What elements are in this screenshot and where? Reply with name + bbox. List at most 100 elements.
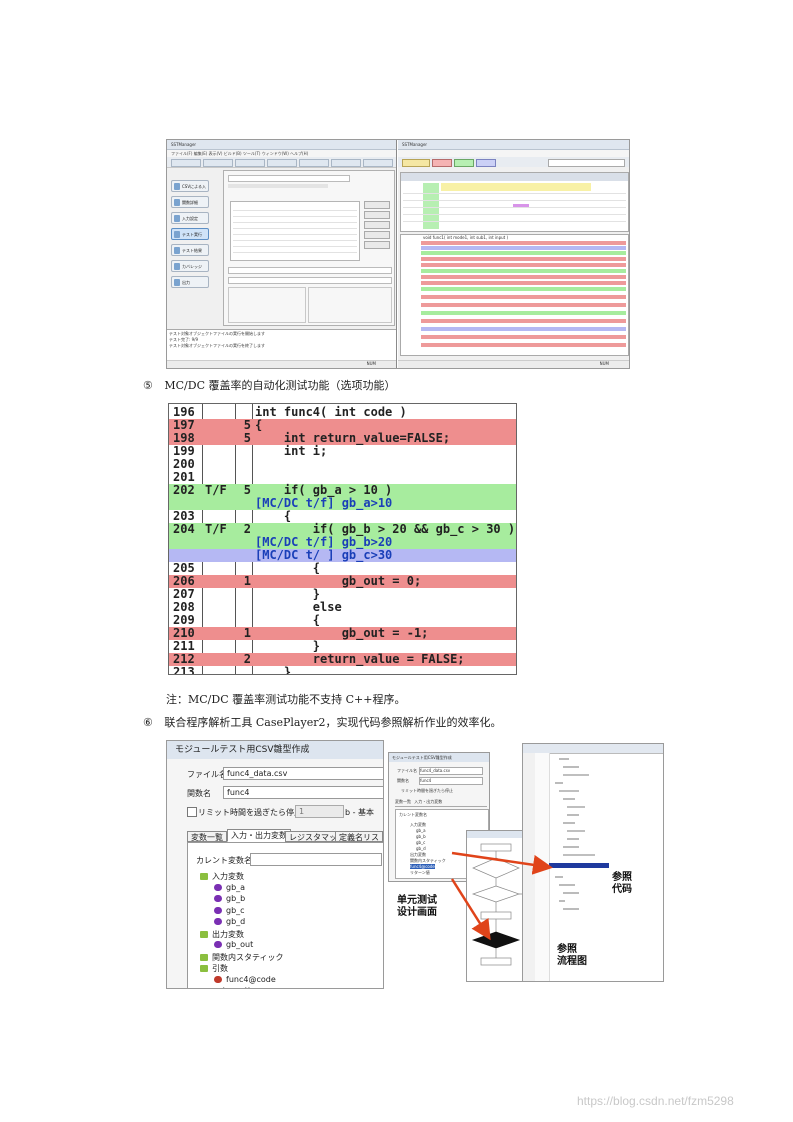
flow-decision xyxy=(471,885,521,903)
tabs-strip: 変数一覧 入力・出力変数 xyxy=(395,799,487,807)
tree-item-label: 入力変数 xyxy=(212,872,244,881)
dropdown[interactable] xyxy=(548,159,625,167)
settings-panel xyxy=(223,170,395,326)
tree-item[interactable]: gb_a xyxy=(214,883,245,892)
tree-item[interactable]: gb_d xyxy=(416,846,426,851)
side-action-button[interactable] xyxy=(364,241,390,249)
side-button-csv[interactable]: CSVによる入出力 xyxy=(171,180,209,201)
status-bar: NUM xyxy=(398,360,629,368)
option-row xyxy=(228,184,328,188)
tree-item[interactable]: gb_a xyxy=(416,828,426,833)
variable-icon xyxy=(214,941,222,948)
tab-io-variables[interactable]: 入力・出力変数 xyxy=(227,829,291,842)
side-button-detail[interactable]: 関数詳細 xyxy=(171,196,209,208)
line-number: 204 xyxy=(173,522,195,536)
tab-variable-list[interactable]: 変数一覧 xyxy=(395,799,411,804)
tree-item[interactable]: gb_b xyxy=(214,894,245,903)
file-field[interactable]: func4_data.csv xyxy=(223,767,383,780)
tree-item[interactable]: 関数内スタティック xyxy=(200,952,284,963)
variable-icon xyxy=(214,906,222,914)
tree-item[interactable]: gb_out xyxy=(214,940,253,949)
tree-item[interactable]: リターン値 xyxy=(200,986,252,988)
code-reference-window xyxy=(522,743,664,982)
tree-item[interactable]: リターン値 xyxy=(410,870,430,876)
label-code-text: 参照 代码 xyxy=(612,872,632,896)
tree-item[interactable]: gb_c xyxy=(416,840,425,845)
file-field[interactable]: func4_data.csv xyxy=(419,767,483,775)
current-var-label: カレント変数名 xyxy=(399,812,427,817)
toolbar-button[interactable] xyxy=(476,159,496,167)
folder-icon xyxy=(200,930,208,938)
csv-dialog-large: モジュールテスト用CSV雛型作成 ファイル名 func4_data.csv 関数… xyxy=(166,740,384,989)
variable-icon xyxy=(214,883,222,891)
cov-line xyxy=(421,269,626,273)
side-button-output[interactable]: 出力 xyxy=(171,276,209,288)
flow-node xyxy=(480,843,512,852)
side-action-button[interactable] xyxy=(364,211,390,219)
tree-item[interactable]: func4@code xyxy=(214,975,276,984)
toolbar-button[interactable] xyxy=(331,159,361,167)
grid-header xyxy=(401,173,628,181)
limit-label: リミット時間を過ぎたら停止 xyxy=(198,808,302,817)
side-button-run[interactable]: テスト実行 xyxy=(171,228,209,240)
label-unit-text: 单元测试 设计画面 xyxy=(397,895,437,919)
tree-item-label: リターン値 xyxy=(212,987,252,988)
code-line-row: 199 int i; xyxy=(169,445,516,458)
tab-io-variables[interactable]: 入力・出力変数 xyxy=(414,799,442,804)
data-grid xyxy=(400,172,629,232)
branch-flag: T/F xyxy=(205,522,227,536)
toolbar-button[interactable] xyxy=(267,159,297,167)
tab-variable-list[interactable]: 変数一覧 xyxy=(187,831,227,842)
tree-item[interactable]: 引数 xyxy=(200,963,228,974)
output-field[interactable] xyxy=(228,277,392,284)
output-field[interactable] xyxy=(228,267,392,274)
grid-row-highlight xyxy=(441,183,591,191)
toolbar-button[interactable] xyxy=(454,159,474,167)
label-line: 设计画面 xyxy=(397,907,437,918)
toolbar-button[interactable] xyxy=(203,159,233,167)
tree-item[interactable]: gb_d xyxy=(214,917,245,926)
limit-checkbox[interactable] xyxy=(187,807,197,817)
tree-item-selected[interactable]: func4@code xyxy=(410,864,435,869)
mcdc-code-listing: 196 int func4( int code ) 197 5{198 5 int re… xyxy=(168,403,517,675)
side-button-input[interactable]: 入力設定 xyxy=(171,212,209,224)
toolbar-button[interactable] xyxy=(235,159,265,167)
tree-item-label: gb_a xyxy=(226,882,246,892)
tree-item[interactable]: 出力変数 xyxy=(200,929,244,940)
tree-item-label: gb_b xyxy=(226,894,246,903)
label-flow-text: 参照 流程图 xyxy=(557,944,587,968)
status-text: NUM xyxy=(366,361,376,366)
tree-item[interactable]: gb_c xyxy=(214,906,245,915)
folder-icon xyxy=(200,953,208,961)
code-title: void func1( int mode1, int sub1, int inp… xyxy=(423,235,509,240)
function-list[interactable] xyxy=(230,201,360,261)
side-button-result[interactable]: テスト結果 xyxy=(171,244,209,256)
cov-line xyxy=(421,241,626,245)
current-var-input[interactable] xyxy=(250,853,382,866)
limit-field[interactable]: 1 xyxy=(295,805,344,818)
func-field[interactable]: func4 xyxy=(419,777,483,785)
tab-content: カレント変数名 入力変数 gb_a gb_b gb_c gb_d 出力変数 gb_out 関数… xyxy=(187,842,383,988)
toolbar-button[interactable] xyxy=(402,159,430,167)
tab-define-list[interactable]: 定義名リスト xyxy=(335,831,383,853)
section5-text: MC/DC 覆盖率的自动化测试功能（选项功能） xyxy=(164,379,396,392)
toolbar-button[interactable] xyxy=(299,159,329,167)
side-action-button[interactable] xyxy=(364,231,390,239)
path-field[interactable] xyxy=(228,175,350,182)
tree-item[interactable]: gb_b xyxy=(416,834,426,839)
func-field[interactable]: func4 xyxy=(223,786,383,799)
side-button-coverage[interactable]: カバレッジ xyxy=(171,260,209,272)
section6-marker: ⑥ xyxy=(143,716,153,729)
toolbar-button[interactable] xyxy=(363,159,393,167)
exec-count: 1 xyxy=(243,574,251,588)
exec-count: 2 xyxy=(243,652,251,666)
file-value: func4_data.csv xyxy=(420,768,451,773)
side-action-button[interactable] xyxy=(364,201,390,209)
toolbar-button[interactable] xyxy=(432,159,452,167)
tree-item[interactable]: 入力変数 xyxy=(200,871,244,882)
dialog-title: モジュールテスト用CSV雛型作成 xyxy=(167,741,383,759)
toolbar-button[interactable] xyxy=(171,159,201,167)
cov-line xyxy=(421,251,626,255)
cov-line xyxy=(421,295,626,299)
side-action-button[interactable] xyxy=(364,221,390,229)
